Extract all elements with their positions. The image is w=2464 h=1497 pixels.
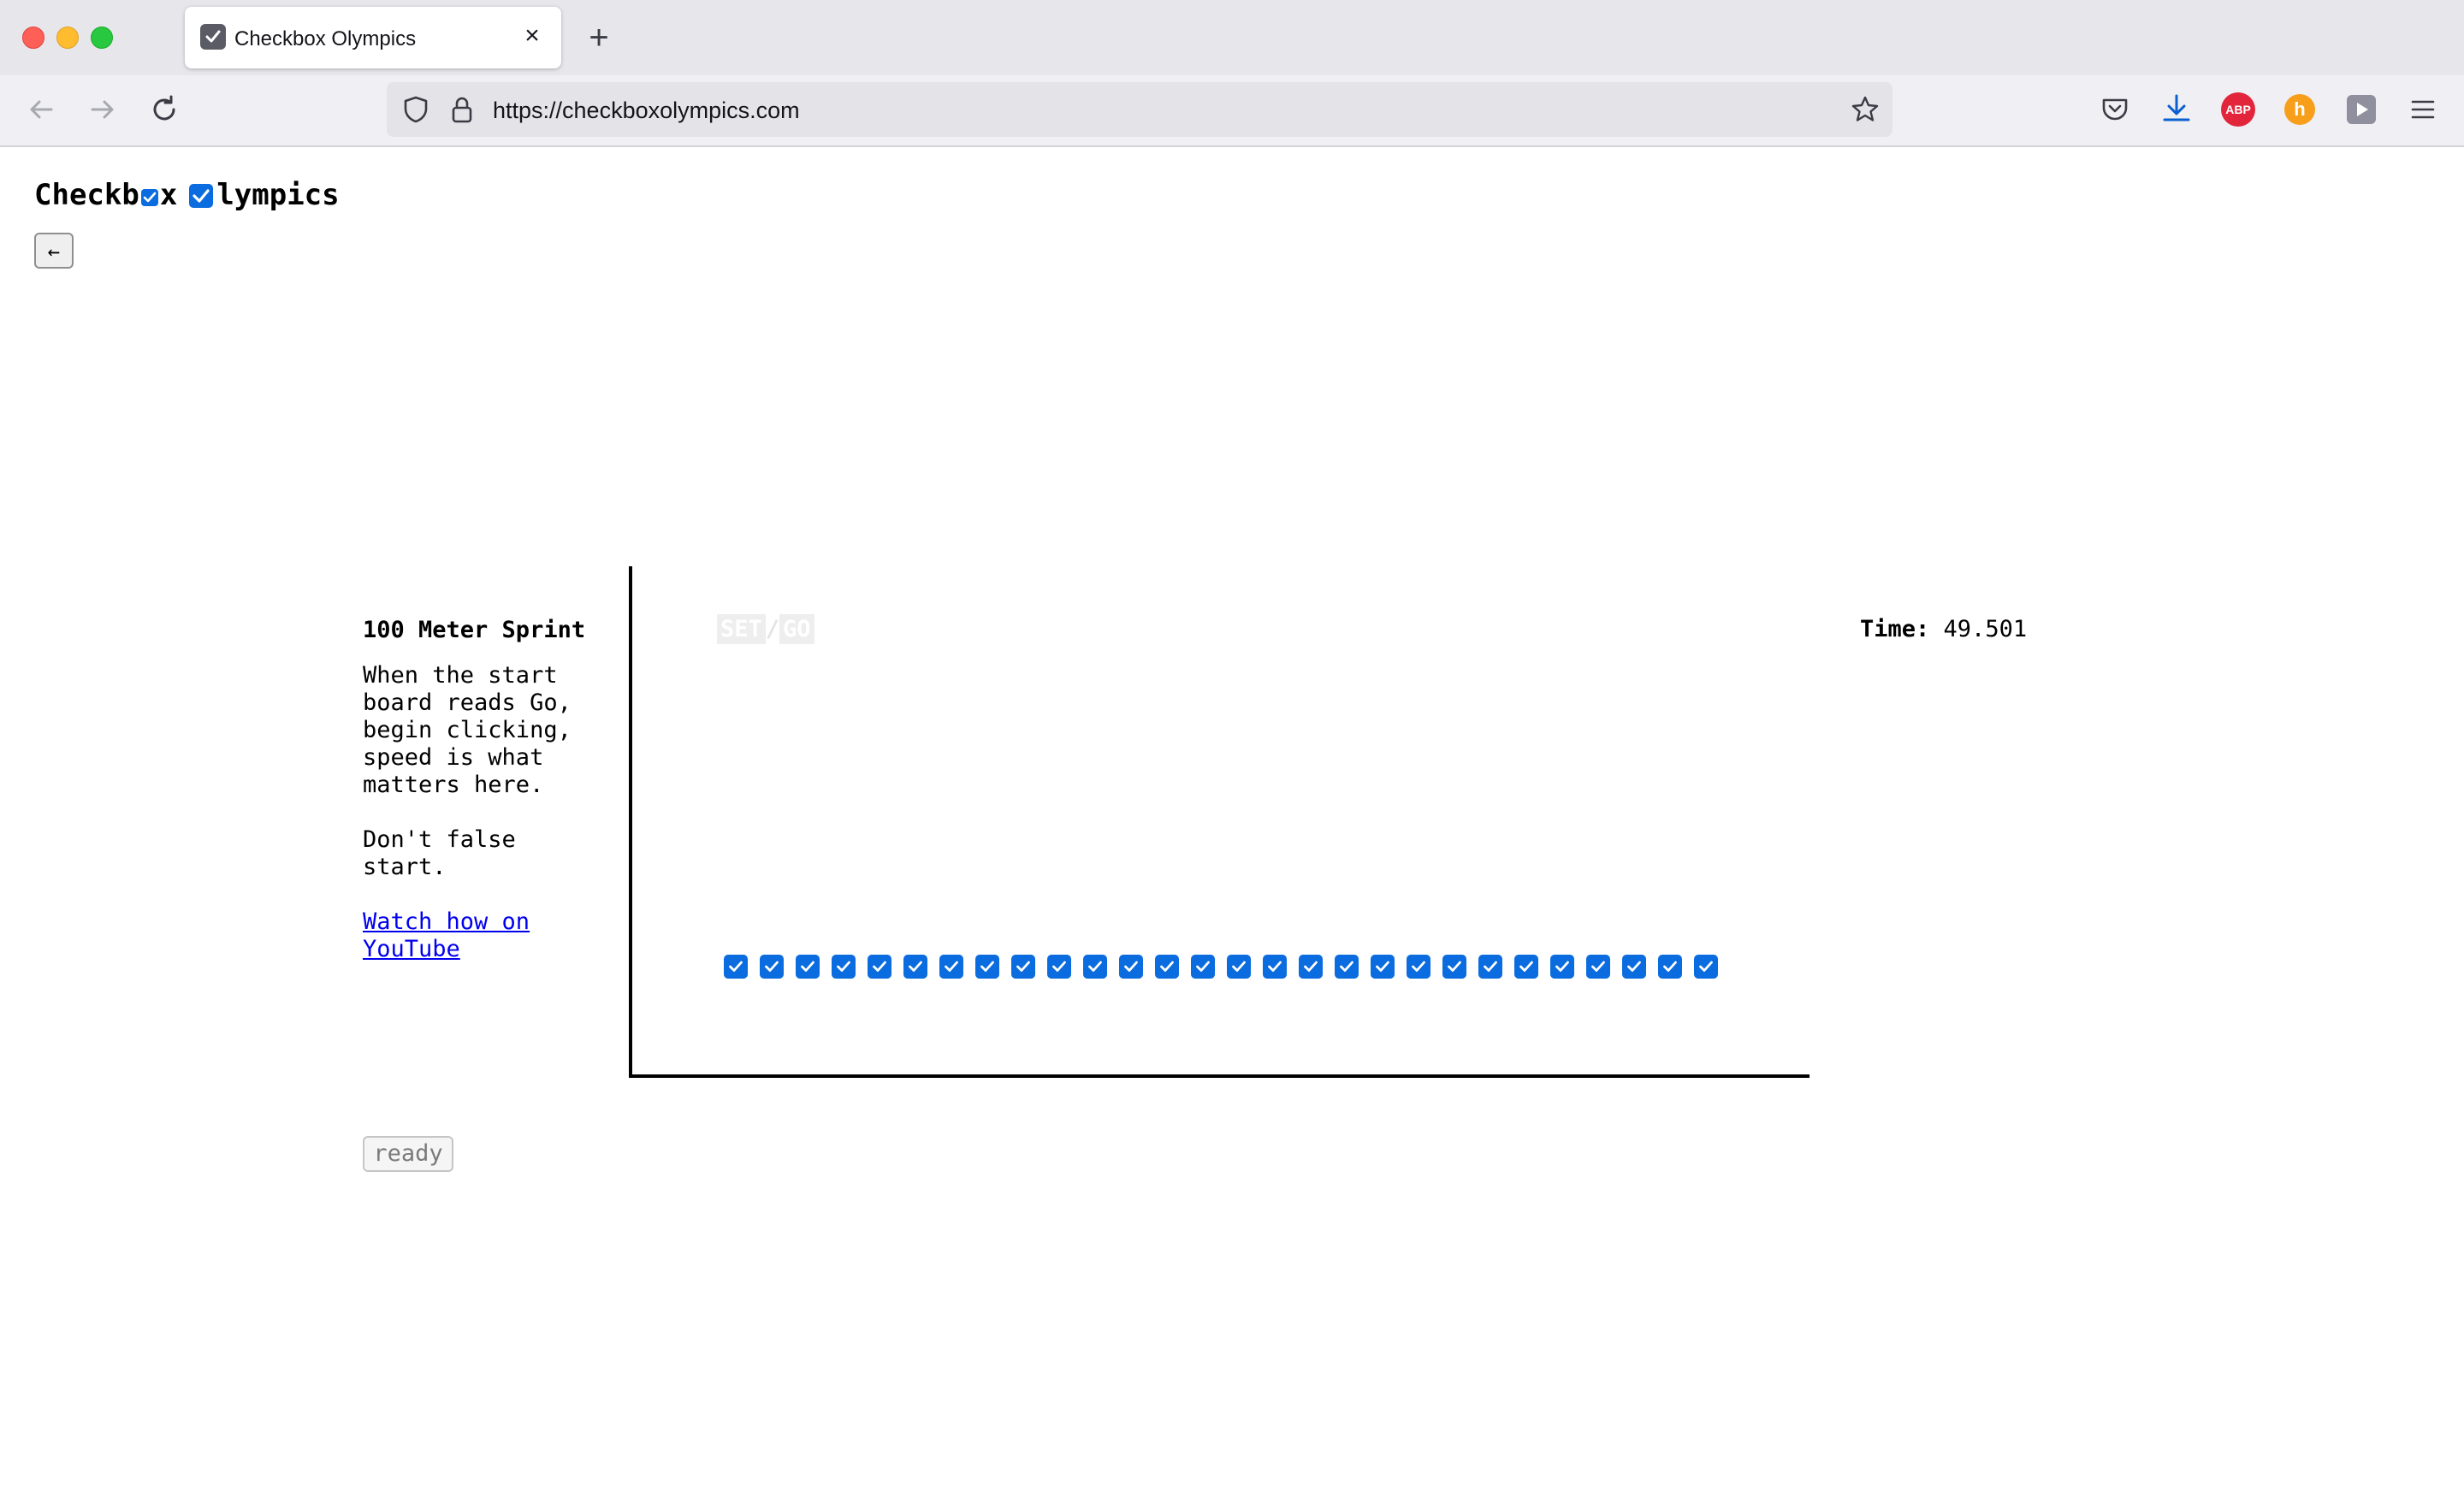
sprint-checkbox[interactable]	[1119, 955, 1143, 979]
sprint-checkbox[interactable]	[1227, 955, 1251, 979]
title-checkbox-icon	[140, 189, 158, 206]
pocket-icon[interactable]	[2096, 91, 2134, 128]
track-ground-line	[629, 1074, 1810, 1078]
lock-icon[interactable]	[447, 94, 477, 129]
sprint-checkbox[interactable]	[975, 955, 999, 979]
url-text[interactable]: https://checkboxolympics.com	[493, 98, 800, 124]
event-panel: 100 Meter Sprint When the start board re…	[363, 616, 611, 963]
sprint-checkbox[interactable]	[939, 955, 963, 979]
sprint-checkbox[interactable]	[903, 955, 927, 979]
sprint-checkbox[interactable]	[1335, 955, 1359, 979]
sprint-checkbox[interactable]	[724, 955, 748, 979]
star-icon[interactable]	[1850, 94, 1881, 129]
minimize-window-button[interactable]	[56, 27, 79, 49]
checkbox-favicon-icon	[200, 24, 226, 50]
page-content: Checkb x lympics ← 100 Meter Sprint When t…	[0, 147, 2464, 1497]
site-title-part1: Checkb	[34, 178, 139, 212]
start-board: SET / GO	[717, 614, 814, 647]
sprint-checkbox[interactable]	[868, 955, 891, 979]
sprint-checkbox[interactable]	[1263, 955, 1287, 979]
event-warning: Don't false start.	[363, 826, 516, 880]
sprint-checkbox[interactable]	[1550, 955, 1574, 979]
site-title: Checkb x lympics	[34, 178, 340, 212]
start-board-go: GO	[779, 614, 814, 644]
sprint-checkbox[interactable]	[1514, 955, 1538, 979]
sprint-checkbox[interactable]	[832, 955, 856, 979]
sprint-checkbox[interactable]	[1658, 955, 1682, 979]
sprint-checkbox[interactable]	[1694, 955, 1718, 979]
timer-value: 49.501	[1943, 616, 2028, 642]
adblock-plus-icon[interactable]: ABP	[2219, 91, 2257, 128]
sprint-checkbox[interactable]	[1407, 955, 1430, 979]
sprint-checkbox[interactable]	[1155, 955, 1179, 979]
sprint-checkbox[interactable]	[1011, 955, 1035, 979]
start-board-separator: /	[765, 616, 780, 642]
honey-icon[interactable]: h	[2281, 91, 2319, 128]
event-description: When the start board reads Go, begin cli…	[363, 662, 572, 798]
forward-arrow-icon[interactable]	[86, 92, 123, 130]
address-bar[interactable]: https://checkboxolympics.com	[387, 82, 1892, 137]
sprint-checkbox[interactable]	[1622, 955, 1646, 979]
timer-label: Time:	[1860, 616, 1930, 642]
sprint-checkbox[interactable]	[1191, 955, 1215, 979]
sprint-checkbox[interactable]	[1478, 955, 1502, 979]
shield-icon[interactable]	[400, 94, 431, 129]
sprint-checkbox[interactable]	[1371, 955, 1395, 979]
tab-checkbox-olympics[interactable]: Checkbox Olympics ×	[185, 7, 561, 68]
title-checkbox-large-icon	[189, 184, 214, 208]
back-button[interactable]: ←	[34, 233, 74, 269]
start-board-set: SET	[717, 614, 766, 644]
sprint-checkbox[interactable]	[1047, 955, 1071, 979]
track-start-line	[629, 566, 632, 1078]
close-tab-icon[interactable]: ×	[518, 22, 546, 50]
sprint-checkbox[interactable]	[760, 955, 784, 979]
play-extension-icon[interactable]	[2343, 91, 2380, 128]
sprint-checkbox[interactable]	[1586, 955, 1610, 979]
back-arrow-icon[interactable]	[24, 92, 62, 130]
browser-chrome: Checkbox Olympics × + https://checkboxol…	[0, 0, 2464, 147]
timer: Time: 49.501	[1860, 616, 2027, 642]
sprint-checkbox[interactable]	[1299, 955, 1323, 979]
tab-title: Checkbox Olympics	[234, 27, 417, 50]
site-title-part2: x	[159, 178, 178, 212]
sprint-checkbox[interactable]	[796, 955, 820, 979]
tab-bar: Checkbox Olympics × +	[0, 0, 2464, 75]
maximize-window-button[interactable]	[91, 27, 113, 49]
download-icon[interactable]	[2158, 91, 2195, 128]
ready-button[interactable]: ready	[363, 1136, 453, 1172]
sprint-checkbox[interactable]	[1083, 955, 1107, 979]
reload-icon[interactable]	[147, 92, 185, 130]
close-window-button[interactable]	[22, 27, 44, 49]
menu-icon[interactable]	[2404, 91, 2442, 128]
new-tab-button[interactable]: +	[582, 21, 616, 55]
event-name: 100 Meter Sprint	[363, 617, 586, 643]
sprint-checkbox[interactable]	[1442, 955, 1466, 979]
watch-youtube-link[interactable]: Watch how on YouTube	[363, 908, 551, 963]
site-title-part3: lympics	[216, 178, 340, 212]
